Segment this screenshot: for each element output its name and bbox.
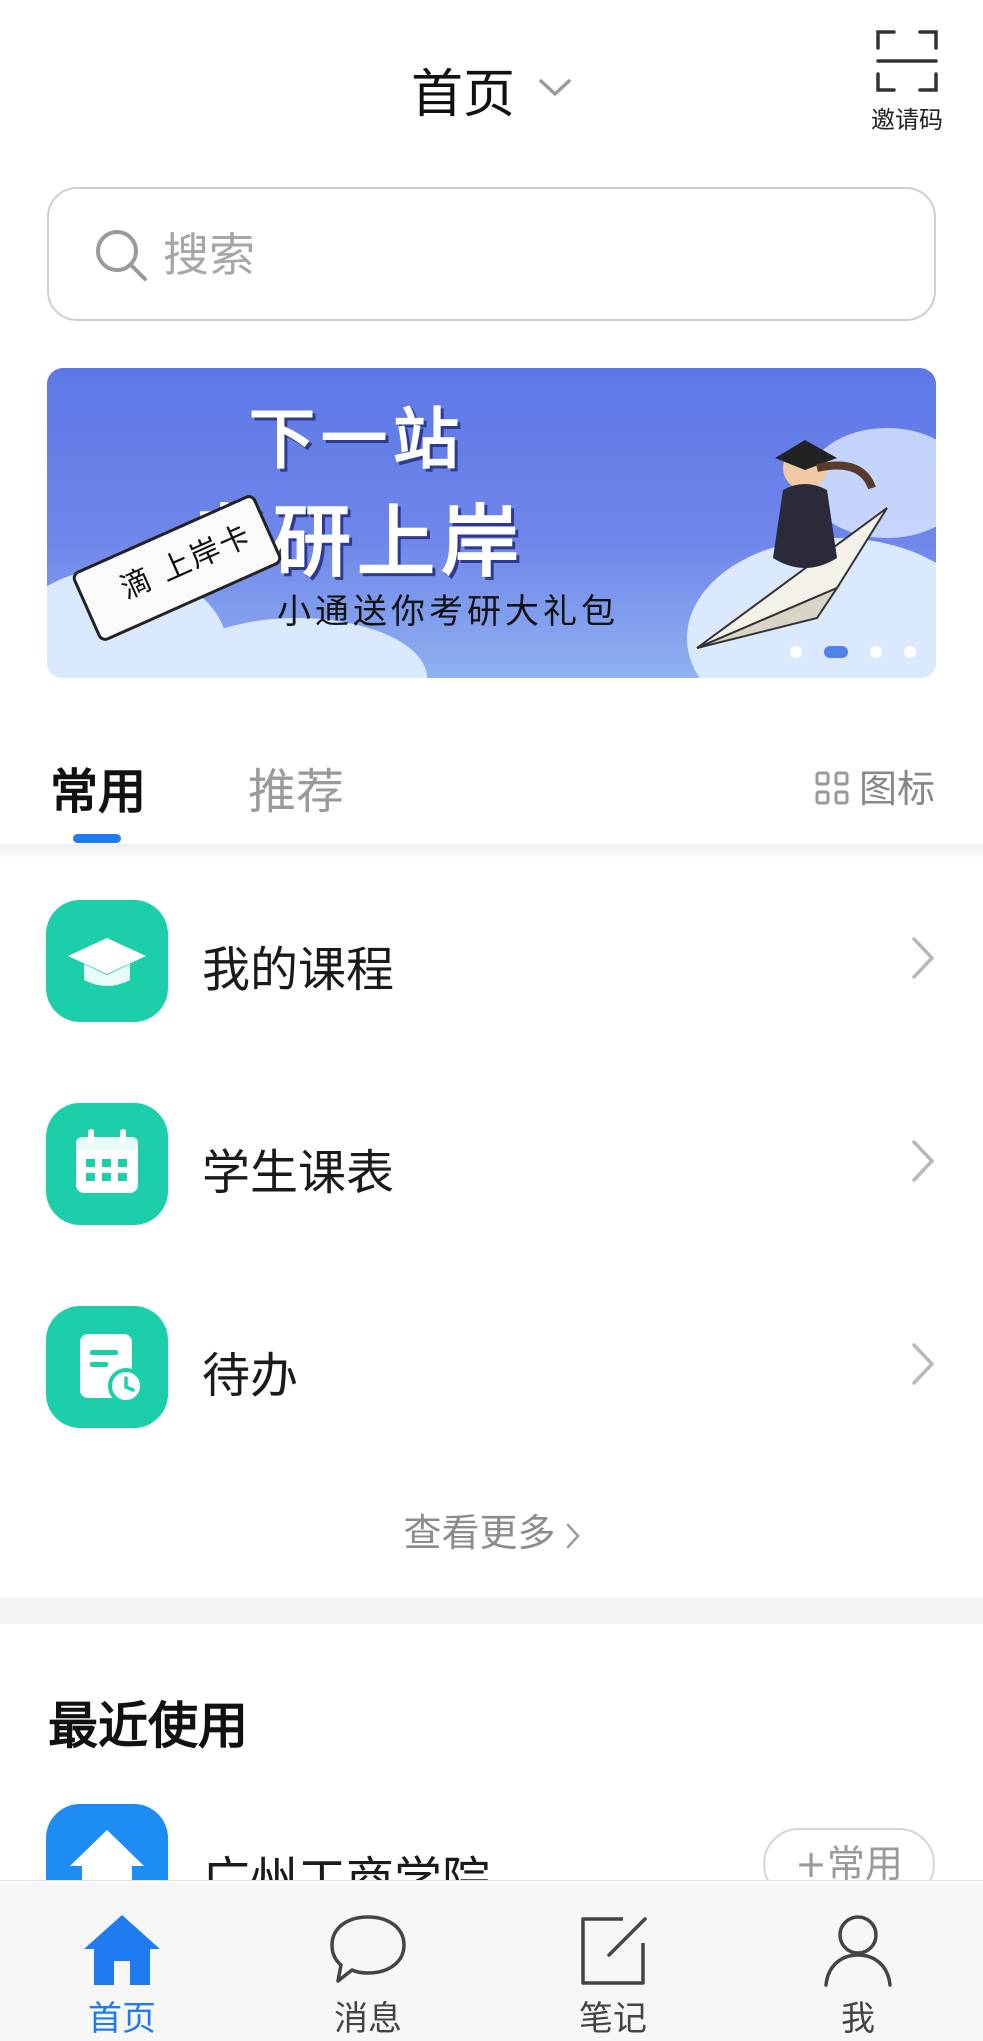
person-icon [778, 1911, 938, 1987]
item-label: 待办 [202, 1348, 299, 1404]
search-bar[interactable] [47, 187, 936, 321]
icon-view-label: 图标 [858, 767, 935, 811]
home-icon [46, 1804, 168, 1880]
section-divider [0, 1598, 983, 1624]
banner-subtitle: 小通送你考研大礼包 [277, 592, 619, 632]
note-edit-icon [533, 1911, 693, 1987]
item-label: 我的课程 [202, 942, 395, 998]
invite-code-button[interactable]: 邀请码 [867, 30, 947, 135]
bottom-navigation: 首页 消息 笔记 我 [0, 1880, 983, 2041]
scan-icon [876, 30, 938, 96]
search-icon [93, 227, 149, 287]
nav-notes-label: 笔记 [579, 1999, 647, 2039]
title-dropdown[interactable]: 首页 [0, 52, 983, 127]
chevron-right-icon [911, 936, 935, 984]
list-item-student-timetable[interactable]: 学生课表 [0, 1081, 983, 1241]
nav-messages-label: 消息 [334, 1999, 402, 2039]
promo-banner[interactable]: 下一站 考研上岸 小通送你考研大礼包 滴 上岸卡 [47, 368, 936, 678]
tab-recommend[interactable]: 推荐 [248, 752, 344, 822]
list-item-todo[interactable]: 待办 [0, 1284, 983, 1444]
carousel-dot [904, 646, 916, 658]
graduation-cap-icon [46, 900, 168, 1022]
chevron-right-icon [911, 1139, 935, 1187]
recent-section-title: 最近使用 [48, 1697, 248, 1755]
page-title: 首页 [410, 65, 515, 125]
recent-item-label: 广州工商学院 [202, 1852, 491, 1880]
tab-common[interactable]: 常用 [50, 752, 146, 822]
grid-icon [815, 770, 849, 814]
carousel-dot [790, 646, 802, 658]
nav-notes[interactable]: 笔记 [533, 1911, 693, 2040]
carousel-dot [870, 646, 882, 658]
nav-home-label: 首页 [88, 1999, 156, 2039]
carousel-indicator [768, 643, 916, 662]
calendar-icon [46, 1103, 168, 1225]
home-icon [42, 1911, 202, 1987]
recent-item[interactable]: 广州工商学院 +常用 [0, 1800, 983, 1880]
chat-bubble-icon [288, 1911, 448, 1987]
carousel-dot-active [824, 646, 848, 658]
add-to-common-button[interactable]: +常用 [763, 1828, 935, 1880]
nav-me-label: 我 [841, 1999, 875, 2039]
nav-home[interactable]: 首页 [42, 1911, 202, 2040]
nav-messages[interactable]: 消息 [288, 1911, 448, 2040]
section-tabs: 常用 推荐 图标 [0, 740, 983, 850]
banner-headline: 下一站 [249, 400, 465, 478]
top-header: 首页 邀请码 [0, 0, 983, 170]
view-more-link[interactable]: 查看更多 [0, 1502, 983, 1558]
active-tab-indicator [73, 834, 121, 843]
nav-me[interactable]: 我 [778, 1911, 938, 2040]
todo-clock-icon [46, 1306, 168, 1428]
list-item-my-courses[interactable]: 我的课程 [0, 878, 983, 1038]
invite-code-label: 邀请码 [871, 106, 943, 134]
chevron-down-icon [538, 78, 572, 102]
chevron-right-icon [911, 1342, 935, 1390]
search-input[interactable] [163, 225, 863, 285]
chevron-right-icon [566, 1514, 580, 1558]
paper-plane-illustration [687, 428, 907, 662]
icon-view-toggle[interactable]: 图标 [815, 758, 935, 814]
item-label: 学生课表 [202, 1145, 395, 1201]
divider [0, 844, 983, 860]
view-more-label: 查看更多 [403, 1511, 556, 1555]
